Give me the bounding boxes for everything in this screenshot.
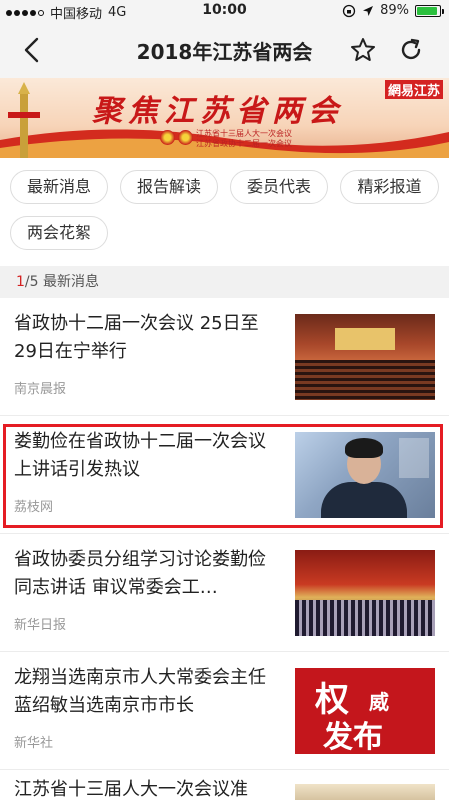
news-thumbnail [295,550,435,636]
page-total: /5 [24,274,39,290]
news-thumbnail [295,314,435,400]
news-source: 新华社 [14,736,54,751]
news-source: 南京晨报 [14,382,67,397]
page-current: 1 [16,274,25,290]
battery-fill [417,6,437,15]
tab-sidelights[interactable]: 两会花絮 [10,216,108,250]
status-bar: 中国移动 4G 10:00 89% [0,0,449,22]
news-title: 江苏省十三届人大一次会议准 [14,779,248,800]
thumbnail-text-small: 威 [369,690,389,714]
cppcc-emblem-icon [178,130,193,145]
tab-latest[interactable]: 最新消息 [10,170,108,204]
news-thumbnail [295,784,435,800]
news-item[interactable]: 龙翔当选南京市人大常委会主任 蓝绍敏当选南京市市长 新华社 权 威 发布 [0,652,449,770]
topic-banner: 聚焦江苏省两会 江苏省十三届人大一次会议 江苏省政协十二届一次会议 網易江苏 [0,78,449,158]
thumbnail-seats [295,360,435,400]
tab-highlights[interactable]: 精彩报道 [340,170,439,204]
share-icon[interactable] [397,36,425,64]
news-thumbnail: 权 威 发布 [295,668,435,754]
section-header: 1/5 最新消息 [0,266,449,298]
selected-item-highlight [3,424,443,528]
section-label: 最新消息 [43,274,99,290]
category-tabs: 最新消息 报告解读 委员代表 精彩报道 两会花絮 [0,158,449,258]
battery-percent: 89% [380,3,409,18]
battery-icon [415,4,444,17]
emblem-icons [160,130,193,145]
banner-subtitle-line2: 江苏省政协十二届一次会议 [196,139,292,148]
news-title: 省政协十二届一次会议 25日至29日在宁举行 [14,313,259,362]
banner-subtitle-line1: 江苏省十三届人大一次会议 [196,129,292,138]
netease-logo: 網易江苏 [384,80,443,99]
thumbnail-text-publish: 发布 [323,720,383,754]
news-item[interactable]: 省政协委员分组学习讨论娄勤俭同志讲话 审议常委会工… 新华日报 [0,534,449,652]
tower-decoration-icon [8,82,40,158]
national-emblem-icon [160,130,175,145]
star-icon[interactable] [349,36,377,64]
thumbnail-seats [295,600,435,636]
rotation-lock-icon [342,4,356,17]
news-title: 省政协委员分组学习讨论娄勤俭同志讲话 审议常委会工… [14,549,266,598]
thumbnail-stage [335,328,395,350]
nav-bar: 2018年江苏省两会 [0,22,449,78]
page-title: 2018年江苏省两会 [136,40,313,64]
news-source: 新华日报 [14,618,67,633]
news-item[interactable]: 江苏省十三届人大一次会议准 [0,770,449,800]
news-item[interactable]: 省政协十二届一次会议 25日至29日在宁举行 南京晨报 [0,298,449,416]
banner-subtitle: 江苏省十三届人大一次会议 江苏省政协十二届一次会议 [196,129,292,149]
location-icon [363,5,374,16]
banner-title: 聚焦江苏省两会 [92,94,344,129]
tab-members[interactable]: 委员代表 [230,170,328,204]
status-right: 89% [342,3,444,18]
news-title: 龙翔当选南京市人大常委会主任 蓝绍敏当选南京市市长 [14,667,266,716]
tab-report[interactable]: 报告解读 [120,170,218,204]
